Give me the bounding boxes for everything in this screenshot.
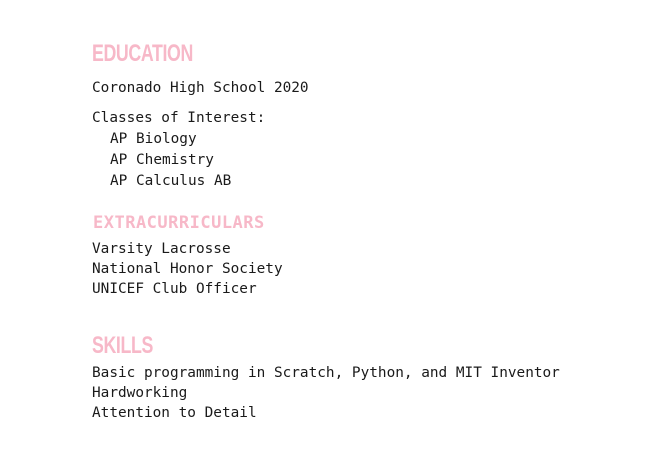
extracurricular-item: Varsity Lacrosse [92, 241, 231, 257]
class-item: AP Calculus AB [110, 173, 232, 189]
extracurriculars-heading: EXTRACURRICULARS [93, 213, 265, 233]
class-item: AP Chemistry [110, 152, 214, 168]
skill-item: Hardworking [92, 385, 188, 401]
education-school: Coronado High School 2020 [92, 80, 309, 96]
education-heading: EDUCATION [92, 40, 193, 67]
skill-item: Basic programming in Scratch, Python, an… [92, 365, 560, 381]
skill-item: Attention to Detail [92, 405, 257, 421]
skills-heading: SKILLS [92, 332, 153, 359]
extracurricular-item: UNICEF Club Officer [92, 281, 257, 297]
extracurricular-item: National Honor Society [92, 261, 283, 277]
classes-label: Classes of Interest: [92, 110, 266, 126]
resume-page: EDUCATION Coronado High School 2020 Clas… [0, 0, 662, 465]
class-item: AP Biology [110, 131, 197, 147]
